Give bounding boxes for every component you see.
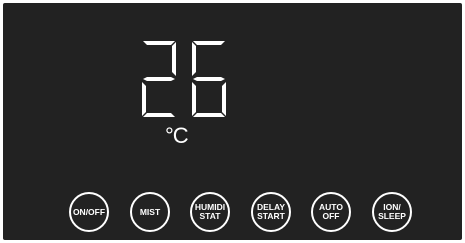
seg-e — [142, 82, 146, 116]
seg-g — [143, 77, 175, 81]
seg-e — [192, 82, 196, 116]
digit-2 — [142, 41, 176, 117]
delay-start-button[interactable]: DELAY START — [251, 192, 291, 232]
seg-d — [143, 113, 175, 117]
ion-sleep-label-line2: SLEEP — [378, 211, 406, 221]
on-off-label: ON/OFF — [72, 206, 106, 217]
mist-button[interactable]: MIST — [130, 192, 170, 232]
auto-off-label-line2: OFF — [322, 211, 340, 221]
humidistat-button[interactable]: HUMIDI STAT — [190, 192, 230, 232]
delay-start-label-line2: START — [257, 211, 285, 221]
ion-sleep-button[interactable]: ION/ SLEEP — [372, 192, 412, 232]
seg-f — [192, 42, 196, 76]
seg-b — [172, 42, 176, 76]
temperature-display — [142, 41, 226, 117]
auto-off-button[interactable]: AUTO OFF — [311, 192, 351, 232]
on-off-button[interactable]: ON/OFF — [69, 192, 109, 232]
humidistat-label-line2: STAT — [199, 211, 221, 221]
seg-a — [143, 41, 175, 45]
seg-g — [193, 77, 225, 81]
seg-d — [193, 113, 225, 117]
seg-a — [193, 41, 225, 45]
digit-6 — [192, 41, 226, 117]
temperature-unit: °C — [165, 123, 189, 148]
control-panel: °C ON/OFF MIST HUMIDI STAT DELAY START A… — [3, 3, 462, 240]
seg-c — [222, 82, 226, 116]
mist-label: MIST — [139, 206, 161, 217]
